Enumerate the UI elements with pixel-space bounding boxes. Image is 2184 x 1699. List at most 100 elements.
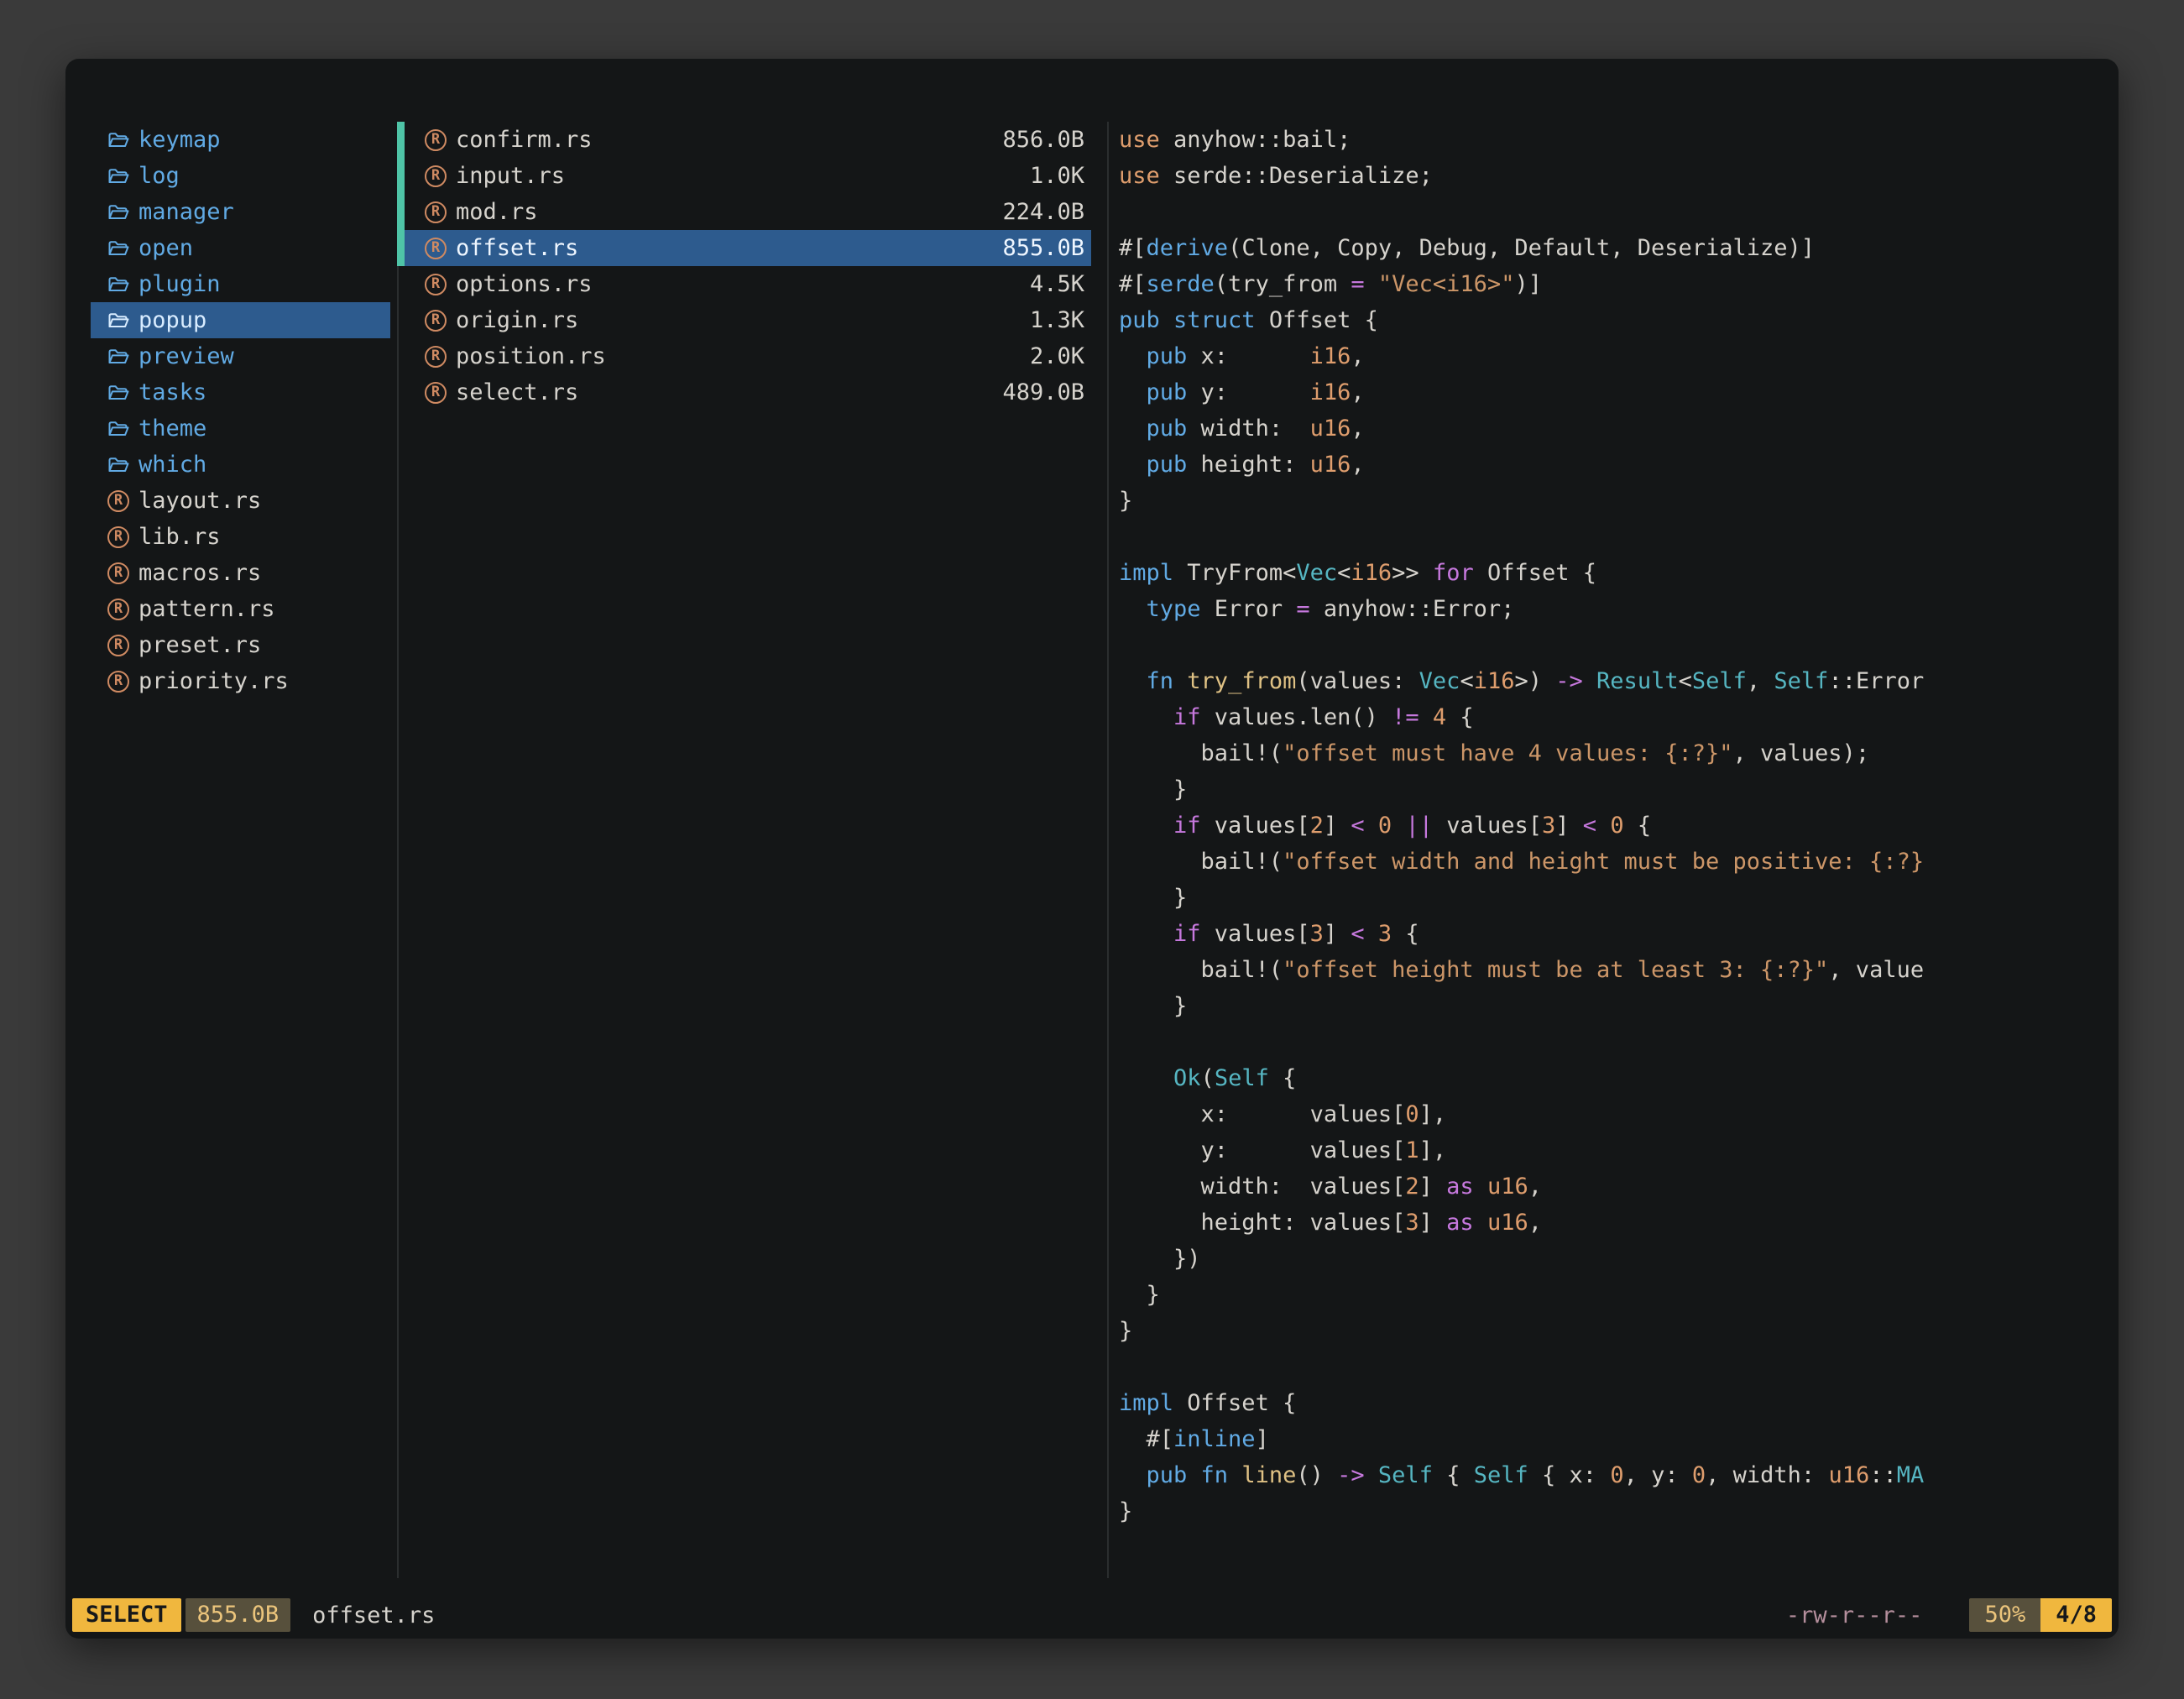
file-row-offset.rs[interactable]: Roffset.rs855.0B [405,230,1091,266]
entry-label: layout.rs [138,483,261,519]
code-line: pub struct Offset { [1119,302,2109,338]
code-line [1119,519,2109,555]
entry-label: preview [138,338,234,374]
folder-icon [107,166,133,186]
code-line: y: values[1], [1119,1132,2109,1168]
folder-icon [107,274,133,295]
file-size: 1.3K [1030,302,1084,338]
file-size: 4.5K [1030,266,1084,302]
entry-label: pattern.rs [138,591,275,627]
folder-icon [107,202,133,222]
code-line [1119,194,2109,230]
sidebar-folder-which[interactable]: which [91,447,390,483]
sidebar-file-layout.rs[interactable]: Rlayout.rs [91,483,390,519]
file-row-input.rs[interactable]: Rinput.rs1.0K [405,158,1091,194]
entry-label: macros.rs [138,555,261,591]
code-line [1119,1024,2109,1060]
status-bar: SELECT 855.0B offset.rs -rw-r--r-- 50% 4… [72,1598,2112,1632]
file-name: offset.rs [456,230,1002,266]
status-file-name: offset.rs [312,1602,435,1628]
file-name: origin.rs [456,302,1030,338]
code-line: #[serde(try_from = "Vec<i16>")] [1119,266,2109,302]
code-line: fn try_from(values: Vec<i16>) -> Result<… [1119,663,2109,699]
sidebar-folder-popup[interactable]: popup [91,302,390,338]
sidebar-file-priority.rs[interactable]: Rpriority.rs [91,663,390,699]
file-size: 224.0B [1002,194,1084,230]
file-name: confirm.rs [456,122,1002,158]
code-line: use serde::Deserialize; [1119,158,2109,194]
code-line: } [1119,880,2109,916]
parent-pane: keymaplogmanageropenpluginpopuppreviewta… [91,122,390,699]
rust-file-icon: R [425,238,450,259]
folder-icon [107,238,133,259]
sidebar-folder-open[interactable]: open [91,230,390,266]
entry-label: manager [138,194,234,230]
rust-file-icon: R [107,671,133,693]
marked-files-indicator [397,122,405,266]
file-row-mod.rs[interactable]: Rmod.rs224.0B [405,194,1091,230]
sidebar-folder-tasks[interactable]: tasks [91,374,390,410]
entry-label: tasks [138,374,206,410]
pane-separator-right [1107,122,1109,1578]
sidebar-file-macros.rs[interactable]: Rmacros.rs [91,555,390,591]
code-line: bail!("offset width and height must be p… [1119,844,2109,880]
file-size: 856.0B [1002,122,1084,158]
code-line [1119,627,2109,663]
sidebar-folder-theme[interactable]: theme [91,410,390,447]
code-line: x: values[0], [1119,1096,2109,1132]
rust-file-icon: R [107,635,133,656]
file-name: mod.rs [456,194,1002,230]
entry-label: theme [138,410,206,447]
scroll-percent-chip: 50% [1969,1598,2040,1632]
entry-label: preset.rs [138,627,261,663]
entry-label: plugin [138,266,221,302]
rust-file-icon: R [107,599,133,620]
file-name: position.rs [456,338,1030,374]
rust-file-icon: R [425,274,450,295]
code-line: pub width: u16, [1119,410,2109,447]
sidebar-file-lib.rs[interactable]: Rlib.rs [91,519,390,555]
code-line: } [1119,771,2109,808]
sidebar-file-pattern.rs[interactable]: Rpattern.rs [91,591,390,627]
entry-label: keymap [138,122,221,158]
mode-badge: SELECT [72,1598,181,1632]
code-line: height: values[3] as u16, [1119,1205,2109,1241]
code-line: } [1119,1277,2109,1313]
sidebar-folder-log[interactable]: log [91,158,390,194]
entry-label: which [138,447,206,483]
code-line: bail!("offset height must be at least 3:… [1119,952,2109,988]
code-line: pub fn line() -> Self { Self { x: 0, y: … [1119,1457,2109,1493]
code-line: bail!("offset must have 4 values: {:?}",… [1119,735,2109,771]
sidebar-folder-plugin[interactable]: plugin [91,266,390,302]
file-row-position.rs[interactable]: Rposition.rs2.0K [405,338,1091,374]
file-row-options.rs[interactable]: Roptions.rs4.5K [405,266,1091,302]
file-size-chip: 855.0B [185,1598,291,1632]
cursor-position-chip: 4/8 [2040,1598,2112,1632]
file-size: 855.0B [1002,230,1084,266]
file-name: select.rs [456,374,1002,410]
file-permissions: -rw-r--r-- [1786,1602,1923,1628]
rust-file-icon: R [425,382,450,404]
sidebar-file-preset.rs[interactable]: Rpreset.rs [91,627,390,663]
code-line: Ok(Self { [1119,1060,2109,1096]
folder-icon [107,419,133,439]
code-line: pub y: i16, [1119,374,2109,410]
rust-file-icon: R [425,201,450,223]
code-line: pub height: u16, [1119,447,2109,483]
file-row-select.rs[interactable]: Rselect.rs489.0B [405,374,1091,410]
file-row-confirm.rs[interactable]: Rconfirm.rs856.0B [405,122,1091,158]
rust-file-icon: R [107,526,133,548]
rust-file-icon: R [425,129,450,151]
file-row-origin.rs[interactable]: Rorigin.rs1.3K [405,302,1091,338]
code-line: if values[3] < 3 { [1119,916,2109,952]
sidebar-folder-preview[interactable]: preview [91,338,390,374]
sidebar-folder-keymap[interactable]: keymap [91,122,390,158]
folder-icon [107,347,133,367]
code-line: } [1119,483,2109,519]
preview-pane: use anyhow::bail;use serde::Deserialize;… [1119,122,2109,1529]
code-line: width: values[2] as u16, [1119,1168,2109,1205]
rust-file-icon: R [425,165,450,187]
code-line: use anyhow::bail; [1119,122,2109,158]
sidebar-folder-manager[interactable]: manager [91,194,390,230]
yazi-file-manager-window: keymaplogmanageropenpluginpopuppreviewta… [65,59,2119,1639]
